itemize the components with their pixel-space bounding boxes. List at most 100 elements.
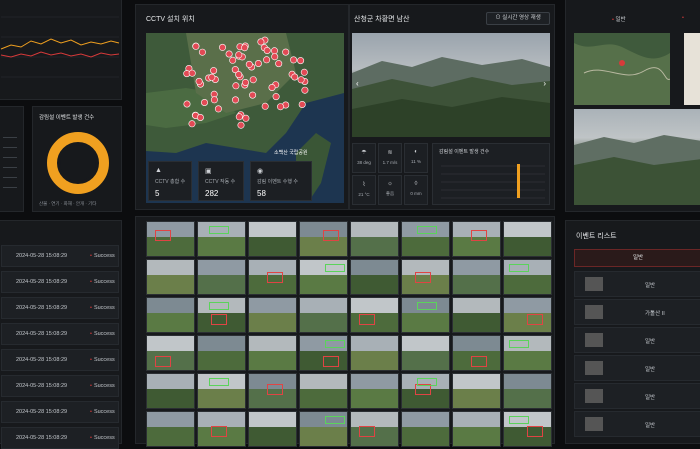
cctv-tile[interactable] (146, 373, 195, 409)
cctv-marker-icon[interactable] (208, 73, 216, 81)
cctv-tile[interactable] (503, 259, 552, 295)
event-row[interactable]: 일반 (574, 383, 700, 409)
cctv-marker-icon[interactable] (268, 83, 276, 91)
prev-arrow-icon[interactable]: ‹ (356, 79, 359, 88)
cctv-tile[interactable] (197, 373, 246, 409)
cctv-map[interactable]: 소백산 국립공원 ▲ CCTV 총합 수 5 ▣ CCTV 작동 수 282 ◉… (146, 33, 344, 203)
cctv-marker-icon[interactable] (261, 102, 269, 110)
cctv-tile[interactable] (248, 221, 297, 257)
cctv-tile[interactable] (197, 335, 246, 371)
cctv-tile[interactable] (401, 411, 450, 447)
cctv-marker-icon[interactable] (291, 73, 299, 81)
cctv-tile[interactable] (248, 335, 297, 371)
cctv-marker-icon[interactable] (192, 42, 200, 50)
cctv-tile[interactable] (452, 221, 501, 257)
cctv-tile[interactable] (146, 259, 195, 295)
cctv-marker-icon[interactable] (232, 82, 240, 90)
event-list-header[interactable]: 일반 (574, 249, 700, 267)
cctv-marker-icon[interactable] (298, 101, 306, 109)
log-row[interactable]: 2024-05-28 15:08:29 Success (1, 271, 119, 293)
cctv-tile[interactable] (146, 297, 195, 333)
cctv-tile[interactable] (299, 297, 348, 333)
cctv-marker-icon[interactable] (225, 50, 233, 58)
cctv-tile[interactable] (350, 411, 399, 447)
log-row[interactable]: 2024-05-28 15:08:29 Success (1, 401, 119, 423)
cctv-marker-icon[interactable] (188, 120, 196, 128)
cctv-marker-icon[interactable] (242, 114, 250, 122)
next-arrow-icon[interactable]: › (543, 79, 546, 88)
cctv-marker-icon[interactable] (257, 38, 265, 46)
cctv-tile[interactable] (503, 411, 552, 447)
cctv-tile[interactable] (299, 335, 348, 371)
cctv-tile[interactable] (248, 297, 297, 333)
cctv-tile[interactable] (146, 335, 195, 371)
cctv-marker-icon[interactable] (272, 93, 280, 101)
cctv-tile[interactable] (248, 411, 297, 447)
cctv-marker-icon[interactable] (263, 56, 271, 64)
event-row[interactable]: 가톨산 II (574, 299, 700, 325)
cctv-marker-icon[interactable] (195, 77, 203, 85)
cctv-marker-icon[interactable] (237, 121, 245, 129)
cctv-marker-icon[interactable] (219, 43, 227, 51)
live-play-button[interactable]: ⊙ 실시간 영상 재생 (486, 12, 550, 25)
cctv-marker-icon[interactable] (200, 99, 208, 107)
tab-indicator-icon[interactable]: • (682, 15, 684, 21)
cctv-tile[interactable] (197, 259, 246, 295)
cctv-marker-icon[interactable] (196, 114, 204, 122)
cctv-tile[interactable] (146, 411, 195, 447)
cctv-tile[interactable] (503, 335, 552, 371)
cctv-marker-icon[interactable] (290, 56, 298, 64)
cctv-marker-icon[interactable] (275, 60, 283, 68)
cctv-tile[interactable] (452, 335, 501, 371)
log-row[interactable]: 2024-05-28 15:08:29 Success (1, 349, 119, 371)
cctv-tile[interactable] (350, 259, 399, 295)
cctv-marker-icon[interactable] (301, 86, 309, 94)
event-row[interactable]: 일반 (574, 327, 700, 353)
cctv-tile[interactable] (401, 259, 450, 295)
cctv-tile[interactable] (248, 373, 297, 409)
cctv-marker-icon[interactable] (232, 96, 240, 104)
cctv-tile[interactable] (350, 221, 399, 257)
cctv-marker-icon[interactable] (263, 47, 271, 55)
cctv-marker-icon[interactable] (282, 48, 290, 56)
cctv-tile[interactable] (350, 373, 399, 409)
cctv-tile[interactable] (299, 259, 348, 295)
cctv-marker-icon[interactable] (254, 59, 262, 67)
cctv-tile[interactable] (350, 335, 399, 371)
cctv-marker-icon[interactable] (235, 71, 243, 79)
cctv-marker-icon[interactable] (235, 51, 243, 59)
cctv-tile[interactable] (452, 411, 501, 447)
cctv-tile[interactable] (452, 259, 501, 295)
log-row[interactable]: 2024-05-28 15:08:29 Success (1, 323, 119, 345)
cctv-tile[interactable] (401, 297, 450, 333)
cctv-marker-icon[interactable] (277, 103, 285, 111)
log-row[interactable]: 2024-05-28 15:08:29 Success (1, 245, 119, 267)
cctv-tile[interactable] (299, 373, 348, 409)
cctv-tile[interactable] (401, 221, 450, 257)
cctv-marker-icon[interactable] (241, 44, 249, 52)
event-row[interactable]: 일반 (574, 355, 700, 381)
cctv-marker-icon[interactable] (249, 91, 257, 99)
right-video-feed[interactable] (574, 109, 700, 205)
cctv-tile[interactable] (197, 221, 246, 257)
live-video-feed[interactable]: ‹ › (352, 33, 550, 137)
cctv-marker-icon[interactable] (271, 53, 279, 61)
tab-normal[interactable]: • 일반 (612, 15, 626, 23)
cctv-tile[interactable] (299, 411, 348, 447)
cctv-marker-icon[interactable] (297, 57, 305, 65)
cctv-marker-icon[interactable] (198, 48, 206, 56)
cctv-marker-icon[interactable] (183, 100, 191, 108)
log-row[interactable]: 2024-05-28 15:08:29 Success (1, 375, 119, 397)
log-row[interactable]: 2024-05-28 15:08:29 Success (1, 297, 119, 319)
cctv-tile[interactable] (146, 221, 195, 257)
cctv-marker-icon[interactable] (188, 69, 196, 77)
cctv-marker-icon[interactable] (210, 67, 218, 75)
cctv-marker-icon[interactable] (300, 68, 308, 76)
cctv-marker-icon[interactable] (245, 60, 253, 68)
cctv-tile[interactable] (452, 373, 501, 409)
event-row[interactable]: 일반 (574, 411, 700, 437)
cctv-marker-icon[interactable] (249, 76, 257, 84)
cctv-tile[interactable] (197, 411, 246, 447)
cctv-tile[interactable] (503, 221, 552, 257)
cctv-marker-icon[interactable] (210, 96, 218, 104)
